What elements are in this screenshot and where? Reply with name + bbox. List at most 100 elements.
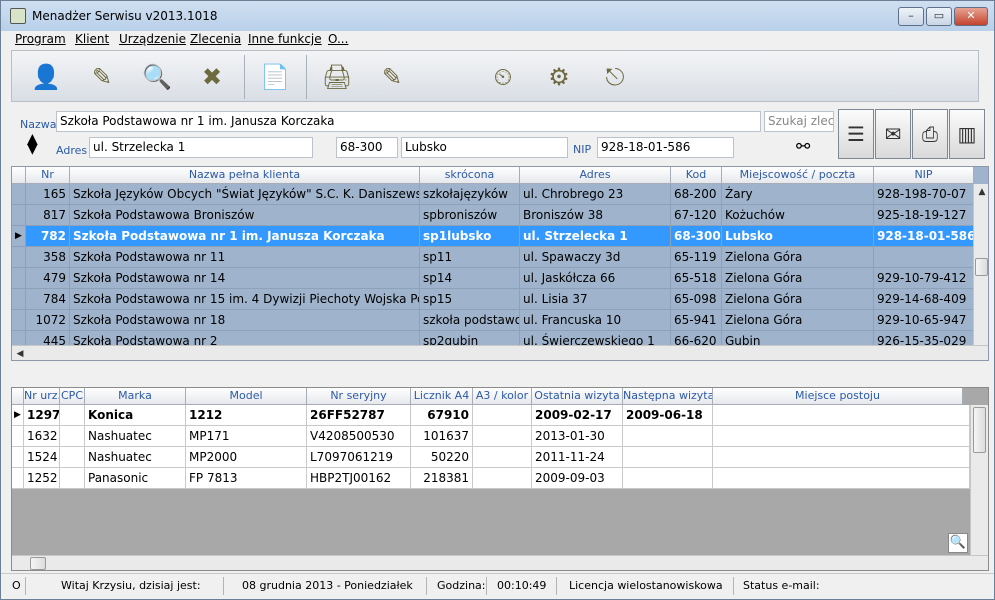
cell-miasto[interactable]: Zielona Góra <box>722 268 874 289</box>
column-header-nip[interactable]: NIP <box>874 167 974 184</box>
edit-device-icon[interactable]: ✎ <box>372 57 412 97</box>
column-header-cpc[interactable]: CPC <box>60 388 85 405</box>
binoculars-icon[interactable]: ⚯ <box>796 137 810 157</box>
row-indicator[interactable] <box>12 205 26 226</box>
table-row[interactable]: 817 Szkoła Podstawowa Broniszów spbroniszó… <box>12 205 988 226</box>
edit-client-icon[interactable]: ✎ <box>82 57 122 97</box>
cell-adres[interactable]: ul. Jaskółcza 66 <box>520 268 671 289</box>
devices-vscroll-thumb[interactable] <box>973 407 986 453</box>
table-row[interactable]: 1072 Szkoła Podstawowa nr 18 szkoła podsta… <box>12 310 988 331</box>
menu-program[interactable]: Program <box>15 32 66 46</box>
column-header-nastepna-wizyta[interactable]: Następna wizyta <box>623 388 713 405</box>
cell-ostatnia[interactable]: 2009-02-17 <box>532 405 623 426</box>
cell-ostatnia[interactable]: 2013-01-30 <box>532 426 623 447</box>
nip-field[interactable]: 928-18-01-586 <box>597 137 734 158</box>
exit-icon[interactable]: ⎋ <box>595 57 635 97</box>
cell-nip[interactable]: 929-10-65-947 <box>874 310 974 331</box>
cell-miejsce[interactable] <box>713 426 970 447</box>
cell-licznik[interactable]: 101637 <box>411 426 473 447</box>
cell-nr[interactable]: 165 <box>26 184 70 205</box>
postal-code-field[interactable]: 68-300 <box>336 137 398 158</box>
table-row[interactable]: 165 Szkoła Języków Obcych "Świat Języków"… <box>12 184 988 205</box>
cell-serial[interactable]: L7097061219 <box>307 447 411 468</box>
row-indicator[interactable] <box>12 268 26 289</box>
cell-nazwa[interactable]: Szkoła Podstawowa nr 14 <box>70 268 420 289</box>
delete-client-icon[interactable]: ✖ <box>192 57 232 97</box>
close-button[interactable]: ✕ <box>954 7 988 26</box>
devices-hscroll-thumb[interactable] <box>30 557 46 570</box>
cell-model[interactable]: MP171 <box>186 426 307 447</box>
cell-nr[interactable]: 784 <box>26 289 70 310</box>
clock-note-icon[interactable]: ⏲ <box>483 57 523 97</box>
cell-nastepna[interactable]: 2009-06-18 <box>623 405 713 426</box>
add-document-icon[interactable]: 📄 <box>255 57 295 97</box>
cell-miasto[interactable]: Zielona Góra <box>722 247 874 268</box>
menu-zlecenia[interactable]: Zlecenia <box>190 32 241 46</box>
cell-licznik[interactable]: 50220 <box>411 447 473 468</box>
cell-miasto[interactable]: Zielona Góra <box>722 310 874 331</box>
adres-field[interactable]: ul. Strzelecka 1 <box>89 137 313 158</box>
cell-miasto[interactable]: Lubsko <box>722 226 874 247</box>
cell-serial[interactable]: 26FF52787 <box>307 405 411 426</box>
cell-adres[interactable]: ul. Strzelecka 1 <box>520 226 671 247</box>
clients-vscroll-thumb[interactable] <box>975 258 988 276</box>
cell-skrot[interactable]: sp14 <box>420 268 520 289</box>
cell-cpc[interactable] <box>60 468 85 489</box>
settings-gears-icon[interactable]: ⚙ <box>539 57 579 97</box>
nazwa-field[interactable]: Szkoła Podstawowa nr 1 im. Janusza Korcz… <box>56 111 761 132</box>
cell-nastepna[interactable] <box>623 426 713 447</box>
zoom-icon[interactable]: 🔍 <box>948 533 968 553</box>
cell-nastepna[interactable] <box>623 447 713 468</box>
menu-urzadzenie[interactable]: Urządzenie <box>119 32 186 46</box>
row-indicator[interactable] <box>12 447 24 468</box>
table-row[interactable]: 784 Szkoła Podstawowa nr 15 im. 4 Dywizji… <box>12 289 988 310</box>
cell-licznik[interactable]: 218381 <box>411 468 473 489</box>
column-header-marka[interactable]: Marka <box>85 388 186 405</box>
row-indicator[interactable]: ▶ <box>12 405 24 426</box>
cell-model[interactable]: 1212 <box>186 405 307 426</box>
cell-nip[interactable]: 929-10-79-412 <box>874 268 974 289</box>
cell-miejsce[interactable] <box>713 405 970 426</box>
row-indicator[interactable] <box>12 310 26 331</box>
cell-nip[interactable]: 929-14-68-409 <box>874 289 974 310</box>
column-header-nr-urz[interactable]: Nr urz. <box>24 388 60 405</box>
cell-nazwa[interactable]: Szkoła Podstawowa Broniszów <box>70 205 420 226</box>
cell-nr[interactable]: 817 <box>26 205 70 226</box>
cell-nazwa[interactable]: Szkoła Podstawowa nr 15 im. 4 Dywizji Pi… <box>70 289 420 310</box>
cell-nazwa[interactable]: Szkoła Języków Obcych "Świat Języków" S.… <box>70 184 420 205</box>
cell-nr[interactable]: 1297 <box>24 405 60 426</box>
column-header-nazwa[interactable]: Nazwa pełna klienta <box>70 167 420 184</box>
row-indicator[interactable] <box>12 247 26 268</box>
cell-kod[interactable]: 67-120 <box>671 205 722 226</box>
menu-inne-funkcje[interactable]: Inne funkcje <box>248 32 322 46</box>
cell-miejsce[interactable] <box>713 447 970 468</box>
devices-hscroll[interactable] <box>12 555 988 570</box>
cell-a3[interactable] <box>473 468 532 489</box>
document-list-button[interactable]: ☰ <box>838 109 874 159</box>
table-row[interactable]: 1632 Nashuatec MP171 V4208500530 101637 2013-… <box>12 426 988 447</box>
table-row[interactable]: ▶ 1297 Konica 1212 26FF52787 67910 2009-02-17 2… <box>12 405 988 426</box>
cell-a3[interactable] <box>473 447 532 468</box>
column-header-adres[interactable]: Adres <box>520 167 671 184</box>
cell-cpc[interactable] <box>60 447 85 468</box>
cell-kod[interactable]: 65-518 <box>671 268 722 289</box>
table-row[interactable]: 358 Szkoła Podstawowa nr 11 sp11 ul. Spawac… <box>12 247 988 268</box>
cell-marka[interactable]: Panasonic <box>85 468 186 489</box>
cell-nr[interactable]: 1632 <box>24 426 60 447</box>
column-header-skrocona[interactable]: skrócona <box>420 167 520 184</box>
cell-ostatnia[interactable]: 2011-11-24 <box>532 447 623 468</box>
cell-nr[interactable]: 479 <box>26 268 70 289</box>
column-header-kod[interactable]: Kod <box>671 167 722 184</box>
cell-nr[interactable]: 782 <box>26 226 70 247</box>
clients-hscroll[interactable]: ◀ <box>12 345 988 360</box>
cell-skrot[interactable]: szkołajęzyków <box>420 184 520 205</box>
column-header-model[interactable]: Model <box>186 388 307 405</box>
menu-klient[interactable]: Klient <box>75 32 109 46</box>
cell-skrot[interactable]: spbroniszów <box>420 205 520 226</box>
table-row[interactable]: 1524 Nashuatec MP2000 L7097061219 50220 2011-… <box>12 447 988 468</box>
clients-vscroll[interactable]: ▲ <box>973 184 988 345</box>
cell-marka[interactable]: Nashuatec <box>85 426 186 447</box>
column-header-miejscowosc[interactable]: Miejscowość / poczta <box>722 167 874 184</box>
cell-nazwa[interactable]: Szkoła Podstawowa nr 11 <box>70 247 420 268</box>
row-indicator[interactable] <box>12 289 26 310</box>
